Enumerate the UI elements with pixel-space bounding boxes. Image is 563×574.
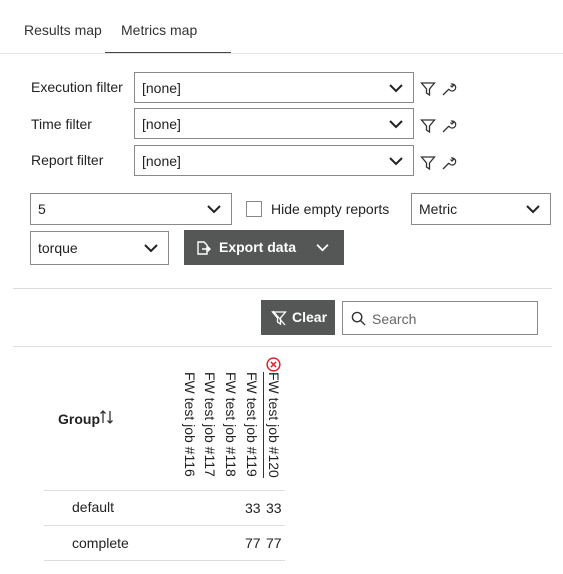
export-data-label: Export data <box>219 239 297 255</box>
column-header: FW test job #118 <box>223 372 239 477</box>
time-filter-value: [none] <box>142 115 181 132</box>
table-cell: 77 <box>245 535 261 551</box>
table-row-divider <box>44 490 285 491</box>
clear-button[interactable]: Clear <box>261 300 335 335</box>
search-placeholder: Search <box>372 311 417 327</box>
report-filter-label: Report filter <box>31 152 104 168</box>
metric-value: torque <box>38 240 78 256</box>
table-row-divider <box>44 560 285 561</box>
column-header: FW test job #116 <box>182 372 198 477</box>
mode-value: Metric <box>419 201 458 217</box>
report-filter-value: [none] <box>142 152 181 169</box>
tabs-divider <box>0 53 563 54</box>
time-filter-label: Time filter <box>31 116 92 132</box>
time-filter-select[interactable]: [none] <box>134 108 414 139</box>
group-header-label: Group <box>58 411 100 427</box>
chevron-down-icon <box>144 244 158 253</box>
filter-icon[interactable] <box>420 118 436 134</box>
clear-label: Clear <box>292 309 328 325</box>
table-cell: 33 <box>266 500 282 516</box>
search-field[interactable]: Search <box>342 301 538 335</box>
wrench-icon[interactable] <box>441 118 457 134</box>
search-icon <box>351 311 366 326</box>
sort-icon[interactable] <box>99 409 115 425</box>
chevron-down-icon <box>389 156 403 165</box>
row-group-complete: complete <box>72 535 129 551</box>
remove-column-icon[interactable] <box>266 357 281 372</box>
column-header: FW test job #120 <box>263 372 284 478</box>
mode-select[interactable]: Metric <box>411 193 551 225</box>
wrench-icon[interactable] <box>441 155 457 171</box>
report-filter-select[interactable]: [none] <box>134 145 414 176</box>
clear-filter-icon <box>271 310 287 326</box>
chevron-down-icon <box>526 205 540 214</box>
export-icon <box>197 241 211 255</box>
table-row-divider <box>44 525 285 526</box>
execution-filter-label: Execution filter <box>31 79 123 95</box>
chevron-down-icon <box>389 119 403 128</box>
chevron-down-icon[interactable] <box>316 243 329 252</box>
column-header: FW test job #119 <box>244 372 260 477</box>
execution-filter-select[interactable]: [none] <box>134 72 414 103</box>
chevron-down-icon <box>207 205 221 214</box>
tab-results-map[interactable]: Results map <box>24 0 102 52</box>
filter-icon[interactable] <box>420 155 436 171</box>
export-data-button[interactable]: Export data <box>184 230 344 265</box>
count-value: 5 <box>38 201 46 217</box>
metric-select[interactable]: torque <box>30 231 169 265</box>
filter-icon[interactable] <box>420 81 436 97</box>
divider <box>13 346 552 347</box>
table-cell: 33 <box>245 500 261 516</box>
row-group-default: default <box>72 499 115 515</box>
execution-filter-value: [none] <box>142 79 181 96</box>
divider <box>13 288 552 289</box>
chevron-down-icon <box>389 83 403 92</box>
hide-empty-checkbox[interactable] <box>246 201 262 217</box>
count-select[interactable]: 5 <box>30 193 232 225</box>
tab-metrics-map[interactable]: Metrics map <box>105 0 231 54</box>
group-column-header[interactable]: Group <box>58 410 113 427</box>
table-cell: 77 <box>266 535 282 551</box>
wrench-icon[interactable] <box>441 81 457 97</box>
column-header: FW test job #117 <box>202 372 218 477</box>
hide-empty-label: Hide empty reports <box>271 201 390 217</box>
